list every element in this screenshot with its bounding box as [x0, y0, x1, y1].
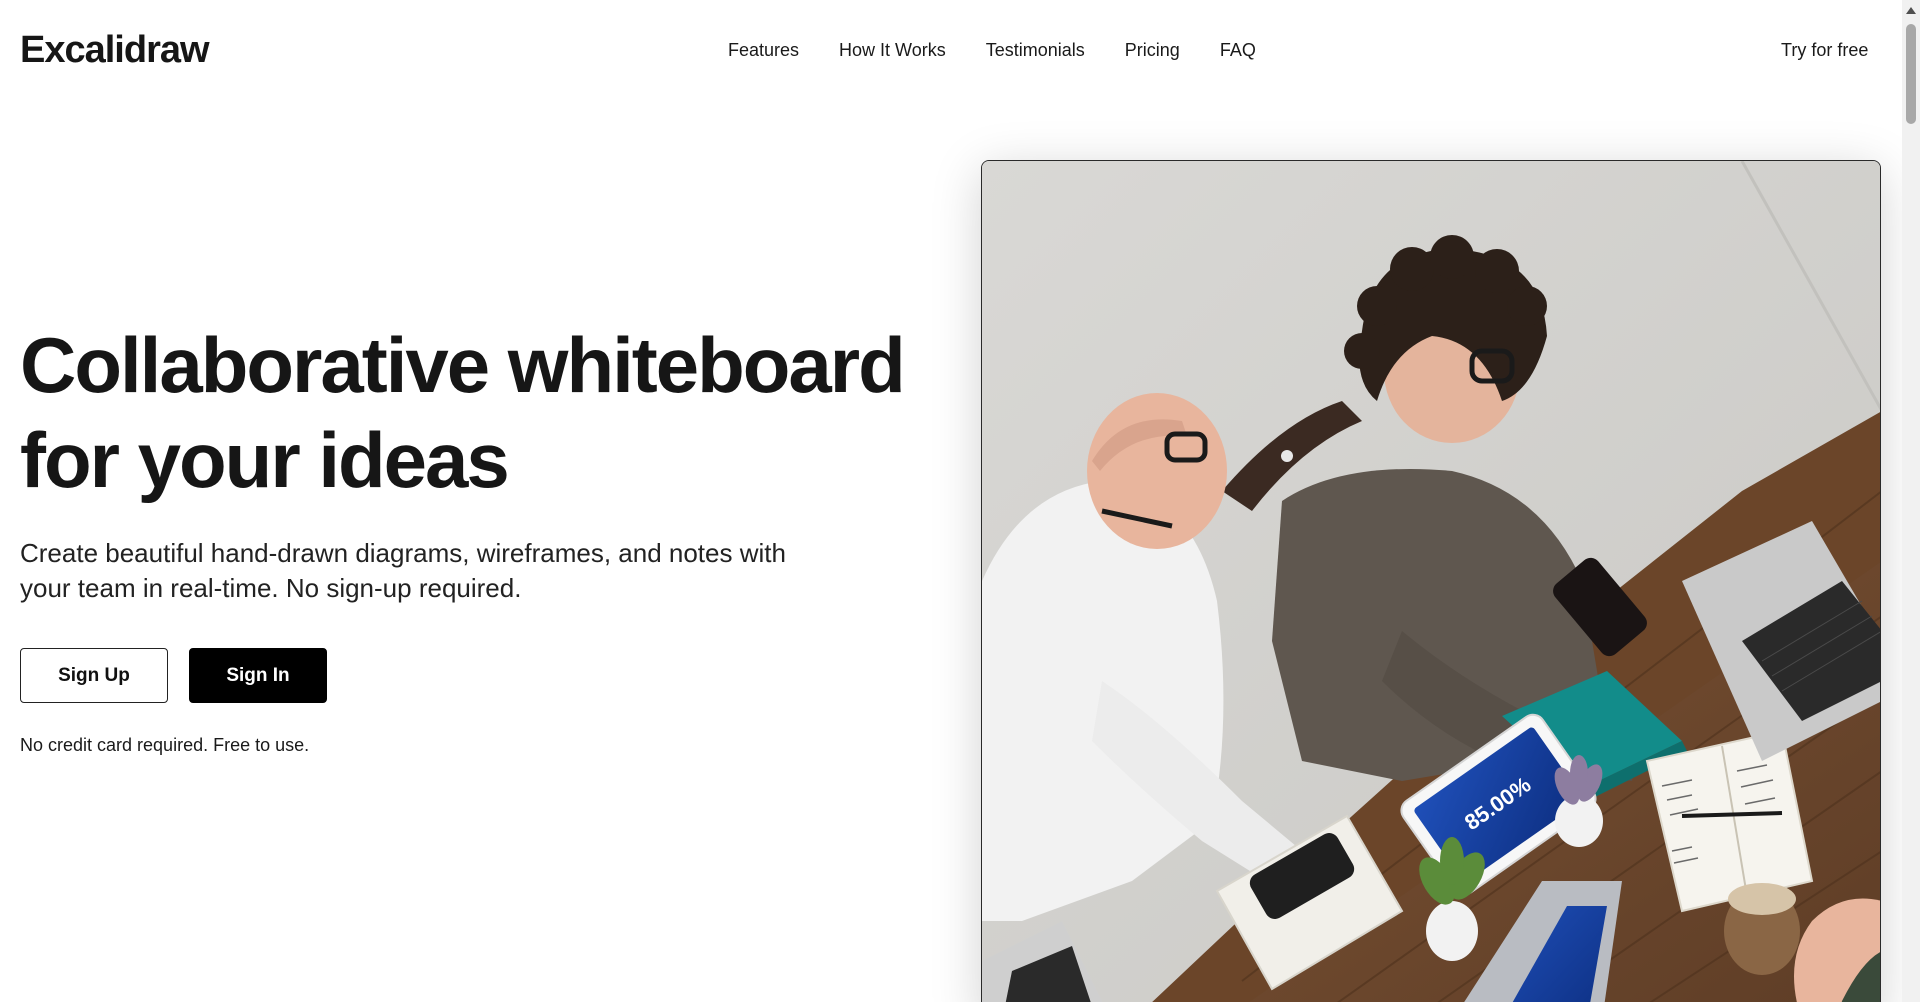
- hero-title-line-1: Collaborative whiteboard: [20, 321, 906, 409]
- sign-in-button[interactable]: Sign In: [189, 648, 327, 703]
- main-nav: Features How It Works Testimonials Prici…: [728, 38, 1256, 62]
- try-for-free-link[interactable]: Try for free: [1781, 38, 1868, 62]
- page-scrollbar[interactable]: [1902, 0, 1920, 1002]
- scrollbar-thumb[interactable]: [1906, 24, 1916, 124]
- hero-title-line-2: for your ideas: [20, 416, 510, 504]
- landing-page: Excalidraw Features How It Works Testimo…: [0, 0, 1920, 1002]
- nav-testimonials[interactable]: Testimonials: [986, 38, 1085, 62]
- nav-how-it-works[interactable]: How It Works: [839, 38, 946, 62]
- site-header: Excalidraw Features How It Works Testimo…: [0, 0, 1902, 100]
- sign-up-button[interactable]: Sign Up: [20, 648, 168, 703]
- hero-title: Collaborative whiteboard for your ideas: [20, 318, 920, 508]
- hero-note: No credit card required. Free to use.: [20, 735, 310, 755]
- nav-faq[interactable]: FAQ: [1220, 38, 1256, 62]
- hero-subtitle: Create beautiful hand-drawn diagrams, wi…: [20, 538, 786, 603]
- chevron-up-icon[interactable]: [1902, 3, 1920, 17]
- logo[interactable]: Excalidraw: [20, 26, 210, 74]
- nav-pricing[interactable]: Pricing: [1125, 38, 1180, 62]
- hero-photo: 85.00%: [981, 160, 1881, 1002]
- nav-features[interactable]: Features: [728, 38, 799, 62]
